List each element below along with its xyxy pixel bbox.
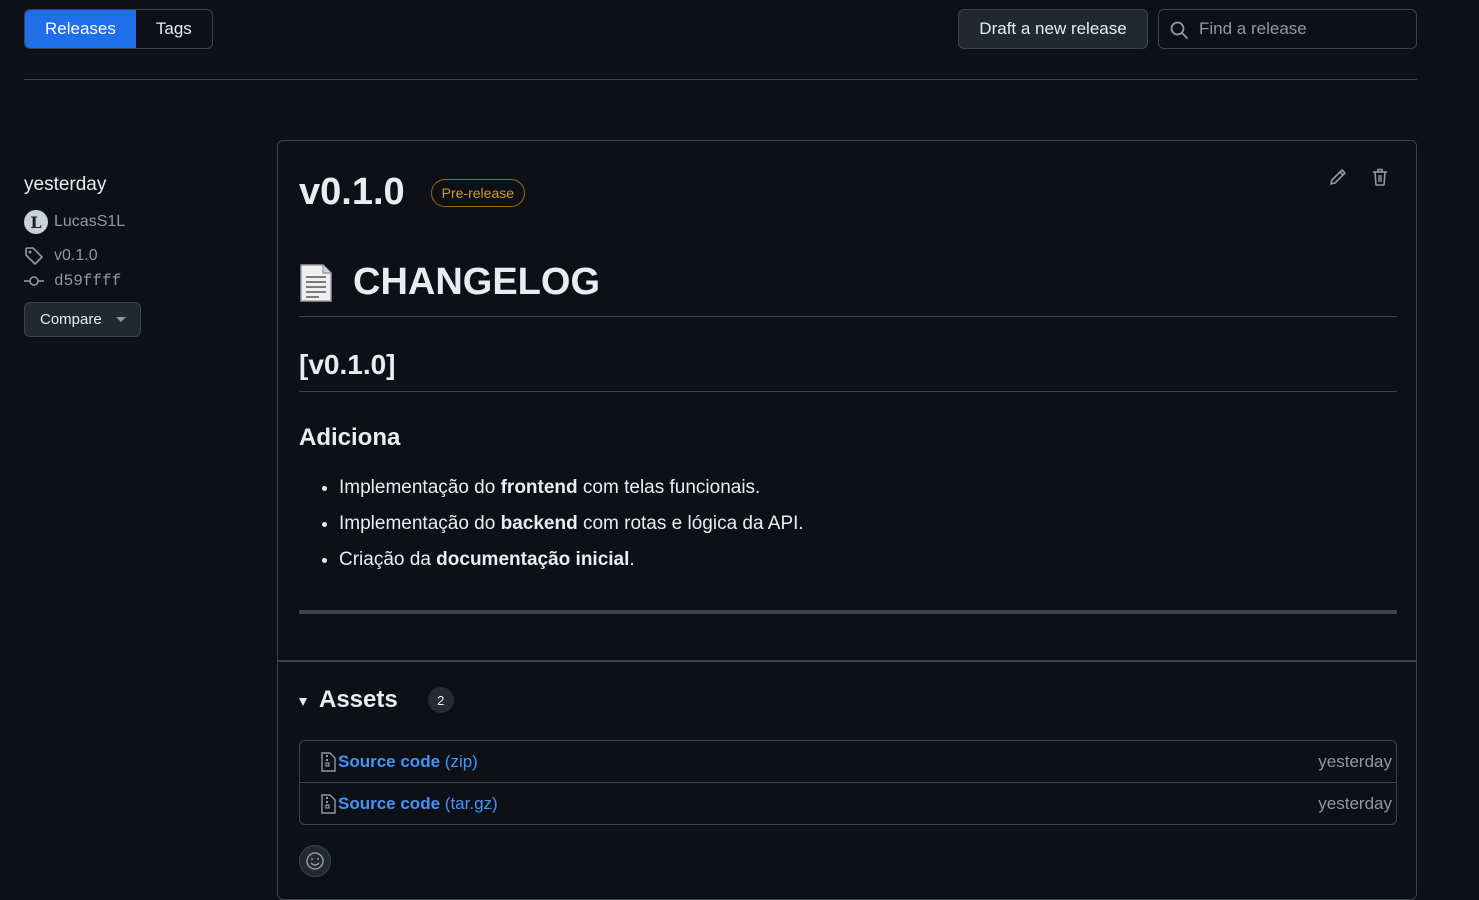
tab-releases[interactable]: Releases xyxy=(25,10,136,48)
section-heading: Adiciona xyxy=(299,424,401,451)
smiley-icon xyxy=(306,852,324,870)
assets-count: 2 xyxy=(427,687,454,713)
releases-tags-switch: Releases Tags xyxy=(24,9,213,49)
file-zip-icon xyxy=(321,751,336,772)
version-heading: [v0.1.0] xyxy=(299,349,1397,392)
tag-name[interactable]: v0.1.0 xyxy=(54,247,98,265)
section-divider xyxy=(278,660,1416,662)
commit-row[interactable]: d59ffff xyxy=(24,272,254,290)
pencil-icon[interactable] xyxy=(1328,167,1348,187)
tab-tags[interactable]: Tags xyxy=(136,10,212,48)
top-toolbar: Releases Tags Draft a new release xyxy=(24,9,1417,49)
search-input[interactable] xyxy=(1199,10,1409,48)
draft-new-release-button[interactable]: Draft a new release xyxy=(958,9,1148,49)
release-title[interactable]: v0.1.0 xyxy=(299,171,405,214)
list-item: Implementação do backend com rotas e lóg… xyxy=(339,506,1397,542)
trash-icon[interactable] xyxy=(1370,167,1390,187)
avatar[interactable]: L xyxy=(24,210,48,234)
changes-list: Implementação do frontend com telas func… xyxy=(299,470,1397,578)
release-body: v0.1.0 Pre-release CHANGELOG [v0.1.0] Ad… xyxy=(278,141,1416,661)
asset-row: Source code (zip) yesterday xyxy=(300,741,1396,782)
file-zip-icon xyxy=(321,793,336,814)
assets-label: Assets xyxy=(319,686,398,713)
release-sidebar: yesterday L LucasS1L v0.1.0 d59ffff Comp… xyxy=(24,174,254,337)
tag-icon xyxy=(25,247,43,265)
asset-date: yesterday xyxy=(1318,793,1392,813)
commit-sha[interactable]: d59ffff xyxy=(54,272,121,290)
chevron-down-icon xyxy=(115,317,126,322)
caret-down-icon xyxy=(299,698,307,706)
list-item: Criação da documentação inicial. xyxy=(339,542,1397,578)
release-title-row: v0.1.0 Pre-release xyxy=(299,171,526,214)
release-notes: CHANGELOG [v0.1.0] Adiciona Implementaçã… xyxy=(299,261,1397,614)
release-card: v0.1.0 Pre-release CHANGELOG [v0.1.0] Ad… xyxy=(277,140,1417,900)
search-icon xyxy=(1170,21,1188,39)
tag-row[interactable]: v0.1.0 xyxy=(24,246,254,266)
asset-date: yesterday xyxy=(1318,751,1392,771)
release-date: yesterday xyxy=(24,174,107,195)
header-divider xyxy=(24,79,1417,80)
list-item: Implementação do frontend com telas func… xyxy=(339,470,1397,506)
assets-toggle[interactable]: Assets 2 xyxy=(299,686,454,714)
compare-label: Compare xyxy=(40,311,102,328)
page-icon xyxy=(300,263,332,302)
notes-divider xyxy=(299,610,1397,614)
commit-icon xyxy=(24,276,44,286)
author-row[interactable]: L LucasS1L xyxy=(24,210,254,234)
assets-list: Source code (zip) yesterday Source code … xyxy=(299,740,1397,825)
changelog-title: CHANGELOG xyxy=(353,261,600,303)
author-name[interactable]: LucasS1L xyxy=(54,213,125,231)
release-search[interactable] xyxy=(1158,9,1417,49)
asset-link-zip[interactable]: Source code (zip) xyxy=(338,752,478,772)
add-reaction-button[interactable] xyxy=(299,845,331,877)
asset-row: Source code (tar.gz) yesterday xyxy=(300,782,1396,824)
compare-button[interactable]: Compare xyxy=(24,302,141,337)
changelog-heading: CHANGELOG xyxy=(299,261,1397,317)
asset-link-targz[interactable]: Source code (tar.gz) xyxy=(338,794,498,814)
status-badge: Pre-release xyxy=(430,178,526,207)
